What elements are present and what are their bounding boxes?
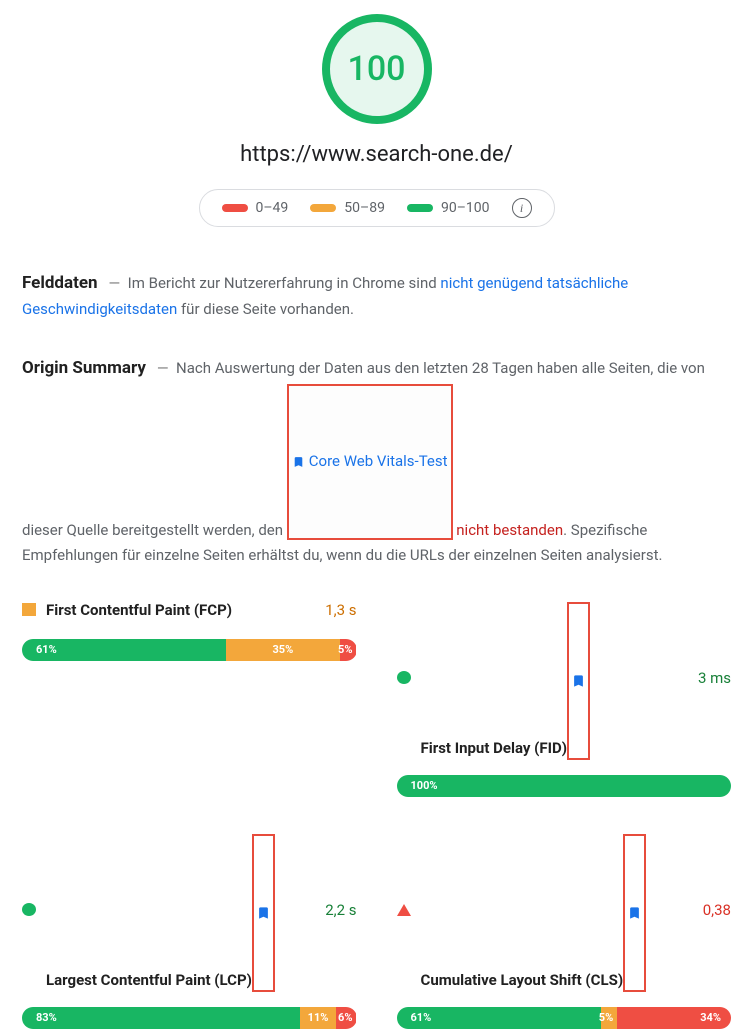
metric-fid: First Input Delay (FID) 3 ms 100% [397,599,732,797]
dist-ok: 11% [300,1007,337,1029]
info-icon[interactable]: i [512,198,532,218]
metric-lcp: Largest Contentful Paint (LCP) 2,2 s 83%… [22,831,357,1029]
metric-value: 1,3 s [325,601,356,619]
dist-ok: 35% [226,639,340,661]
bookmark-icon [256,838,271,988]
metric-name: Cumulative Layout Shift (CLS) [421,831,647,989]
metric-name: First Input Delay (FID) [421,599,591,757]
score-legend: 0–49 50–89 90–100 i [199,189,555,227]
metric-value: 0,38 [703,901,731,919]
metric-cls: Cumulative Layout Shift (CLS) 0,38 61% 5… [397,831,732,1029]
dist-bad: 34% [617,1007,731,1029]
metric-value: 2,2 s [325,901,356,919]
vital-badge[interactable] [623,834,646,992]
performance-gauge: 100 [322,14,432,124]
bookmark-icon [571,606,586,756]
distribution-bar: 61% 35% 5% [22,639,357,661]
status-indicator-bad [397,904,411,916]
page-url: https://www.search-one.de/ [0,142,753,167]
distribution-bar: 61% 5% 34% [397,1007,732,1029]
core-web-vitals-badge[interactable]: Core Web Vitals-Test [287,384,453,540]
vital-badge[interactable] [252,834,275,992]
status-indicator-good [22,903,36,916]
dist-bad: 5% [340,639,357,661]
vital-badge[interactable] [567,602,590,760]
distribution-bar: 83% 11% 6% [22,1007,357,1029]
dist-bad: 6% [336,1007,356,1029]
bookmark-icon [627,838,642,988]
legend-low: 0–49 [222,200,289,216]
dist-good: 61% [22,639,226,661]
metric-name: First Contentful Paint (FCP) [46,601,232,619]
dist-ok: 5% [601,1007,618,1029]
felddaten-title: Felddaten [22,273,98,293]
dist-good: 100% [397,775,732,797]
status-indicator-good [397,671,411,684]
legend-high: 90–100 [407,200,490,216]
distribution-bar: 100% [397,775,732,797]
metric-name: Largest Contentful Paint (LCP) [46,831,275,989]
dist-good: 83% [22,1007,300,1029]
status-indicator-warning [22,603,36,616]
bookmark-icon [292,387,305,537]
metric-fcp: First Contentful Paint (FCP) 1,3 s 61% 3… [22,599,357,797]
cwv-fail-text: nicht bestanden [456,521,563,539]
dist-good: 61% [397,1007,601,1029]
performance-score: 100 [348,49,406,89]
origin-title: Origin Summary [22,358,146,378]
metric-value: 3 ms [698,669,731,687]
origin-summary-section: Origin Summary — Nach Auswertung der Dat… [0,356,753,569]
legend-mid: 50–89 [310,200,385,216]
felddaten-section: Felddaten — Im Bericht zur Nutzererfahru… [0,271,753,322]
